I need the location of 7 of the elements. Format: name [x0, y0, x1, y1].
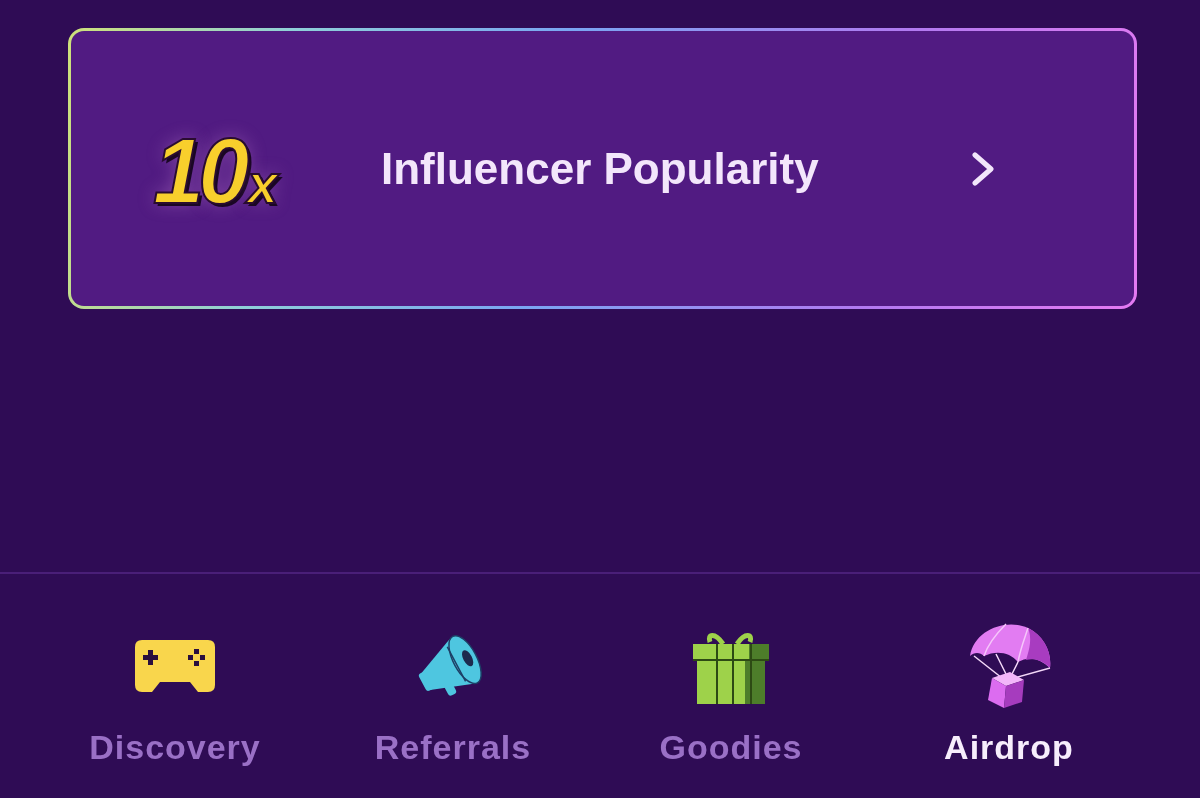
nav-tab[interactable]: Discovery	[36, 574, 314, 798]
nav-tab[interactable]: Referrals	[314, 574, 592, 798]
gamepad-icon	[135, 640, 215, 692]
nav-tab[interactable]: Goodies	[592, 574, 870, 798]
card-title: Influencer Popularity	[381, 143, 820, 194]
chevron-right-icon	[971, 151, 995, 186]
nav-tab[interactable]: Airdrop	[870, 574, 1148, 798]
